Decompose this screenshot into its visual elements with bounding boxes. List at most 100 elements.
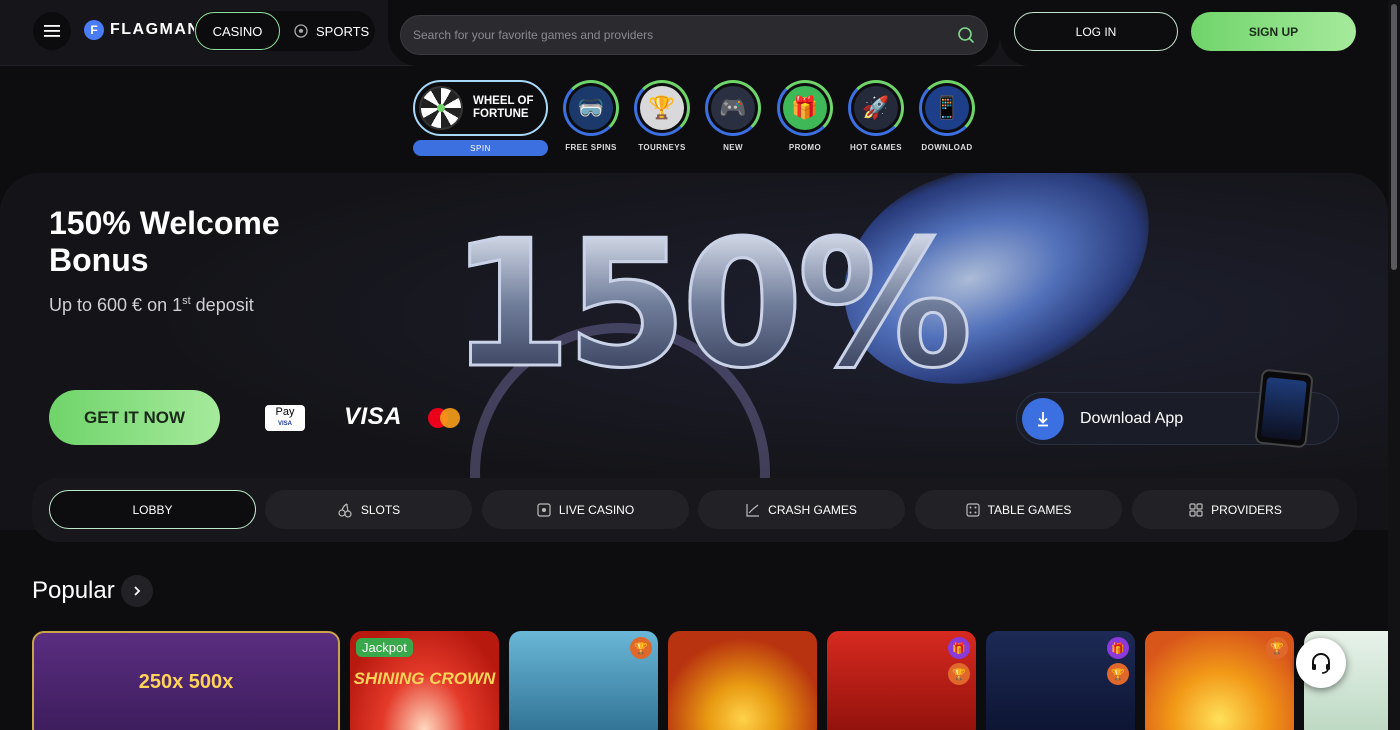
tab-table-games[interactable]: TABLE GAMES [915,490,1122,529]
quicknav-ring: 🎮 [705,80,761,136]
tab-providers[interactable]: PROVIDERS [1132,490,1339,529]
support-chat-button[interactable] [1296,638,1346,688]
casino-tab[interactable]: CASINO [195,12,280,50]
applepay-text: Pay [275,406,295,418]
search-input[interactable] [413,28,957,42]
quicknav-ring: 🥽 [563,80,619,136]
wheel-of-fortune-button[interactable]: WHEEL OF FORTUNE [413,80,548,136]
tab-label: CRASH GAMES [768,502,857,517]
logo-text: FLAGMAN [110,21,201,38]
quicknav-label: DOWNLOAD [921,143,973,152]
tab-label: TABLE GAMES [987,502,1072,517]
mastercard-orange-circle [440,408,460,428]
hero-title: 150% Welcome Bonus [49,205,280,278]
wheel-icon [419,86,463,130]
quicknav-hot-games[interactable]: 🚀 HOT GAMES [840,80,912,152]
game-tile[interactable]: 🏆 [1145,631,1294,730]
quicknav-download[interactable]: 📱 DOWNLOAD [911,80,983,152]
mode-switch: CASINO SPORTS [194,11,375,51]
goggles-icon: 🥽 [569,86,613,130]
quicknav-free-spins[interactable]: 🥽 FREE SPINS [555,80,627,152]
tab-lobby[interactable]: LOBBY [49,490,256,529]
tab-live-casino[interactable]: LIVE CASINO [482,490,689,529]
quicknav-promo[interactable]: 🎁 PROMO [769,80,841,152]
mastercard-logo [428,408,460,428]
tab-slots[interactable]: SLOTS [265,490,472,529]
hero-banner: 150% 150% Welcome Bonus Up to 600 € on 1… [0,173,1388,530]
signup-button[interactable]: SIGN UP [1191,12,1356,51]
hero-subtitle-post: deposit [190,295,254,315]
menu-button[interactable] [33,12,71,50]
tab-label: SLOTS [360,502,401,517]
chevron-right-icon [134,586,141,596]
game-tile[interactable]: Jackpot SHINING CROWN [350,631,499,730]
hero-subtitle-sup: st [182,295,191,307]
live-icon [537,502,551,517]
quicknav-label: TOURNEYS [638,143,686,152]
trophy-badge-icon: 🏆 [1266,637,1288,659]
apple-pay-logo: Pay VISA [265,405,305,431]
quicknav-ring: 🏆 [634,80,690,136]
gamepad-icon: 🎮 [711,86,755,130]
scrollbar[interactable] [1388,0,1400,730]
scrollbar-thumb[interactable] [1391,4,1397,270]
quicknav-tourneys[interactable]: 🏆 TOURNEYS [626,80,698,152]
headset-icon [1312,653,1330,674]
get-it-now-button[interactable]: GET IT NOW [49,390,220,445]
game-tile[interactable]: 250x 500x [32,631,340,730]
hero-subtitle: Up to 600 € on 1st deposit [49,295,254,316]
applepay-sub: VISA [277,421,292,427]
game-tile-title: 250x 500x [138,671,234,693]
trophy-badge-icon: 🏆 [630,637,652,659]
category-tabs: LOBBY SLOTS LIVE CASINO CRASH GAMES TABL… [32,478,1357,542]
chart-up-icon [746,503,760,517]
wheel-title-line2: FORTUNE [473,108,529,120]
logo[interactable]: F FLAGMAN [84,20,200,40]
game-tile-title: SHINING CROWN [353,669,496,688]
popular-heading: Popular [32,577,115,604]
wheel-spin-button[interactable]: SPIN [413,140,548,156]
rocket-icon: 🚀 [854,86,898,130]
trophy-icon: 🏆 [640,86,684,130]
popular-next-button[interactable] [121,575,153,607]
tab-label: LIVE CASINO [558,502,635,517]
gift-icon: 🎁 [783,86,827,130]
visa-logo: VISA [344,403,403,430]
sports-label: SPORTS [316,23,370,39]
grid-icon [1189,502,1203,517]
tab-label: LOBBY [132,502,173,517]
quicknav-label: PROMO [788,143,822,152]
cherries-icon [338,502,352,518]
gift-badge-icon: 🎁 [1107,637,1129,659]
quick-nav: WHEEL OF FORTUNE SPIN 🥽 FREE SPINS 🏆 TOU… [0,66,1388,174]
sports-tab[interactable]: SPORTS [290,12,370,50]
quicknav-new[interactable]: 🎮 NEW [697,80,769,152]
wheel-title: WHEEL OF FORTUNE [473,95,533,121]
hero-big-number: 150% [449,204,975,407]
wheel-title-line1: WHEEL OF [473,95,534,107]
search-bar [400,15,988,55]
hero-subtitle-pre: Up to 600 € on 1 [49,295,183,315]
game-tile[interactable] [668,631,817,730]
login-button[interactable]: LOG IN [1014,12,1178,51]
quicknav-label: HOT GAMES [849,143,903,152]
logo-mark: F [84,20,104,40]
tab-crash-games[interactable]: CRASH GAMES [698,490,905,529]
game-tile[interactable]: 🎁 🏆 [986,631,1135,730]
search-icon[interactable] [957,26,975,44]
tab-label: PROVIDERS [1211,502,1282,517]
game-tile[interactable]: 🏆 [509,631,658,730]
dice-icon [965,502,980,517]
quicknav-label: NEW [723,143,743,152]
soccer-ball-icon [294,24,308,38]
phone-icon: 📱 [925,86,969,130]
phone-mockup-image [1254,368,1314,449]
gift-badge-icon: 🎁 [948,637,970,659]
search-container [388,0,1000,66]
quicknav-ring: 🚀 [848,80,904,136]
quicknav-ring: 🎁 [777,80,833,136]
quicknav-ring: 📱 [919,80,975,136]
trophy-badge-icon: 🏆 [1107,663,1129,685]
game-tile[interactable]: 🎁 🏆 [827,631,976,730]
trophy-badge-icon: 🏆 [948,663,970,685]
